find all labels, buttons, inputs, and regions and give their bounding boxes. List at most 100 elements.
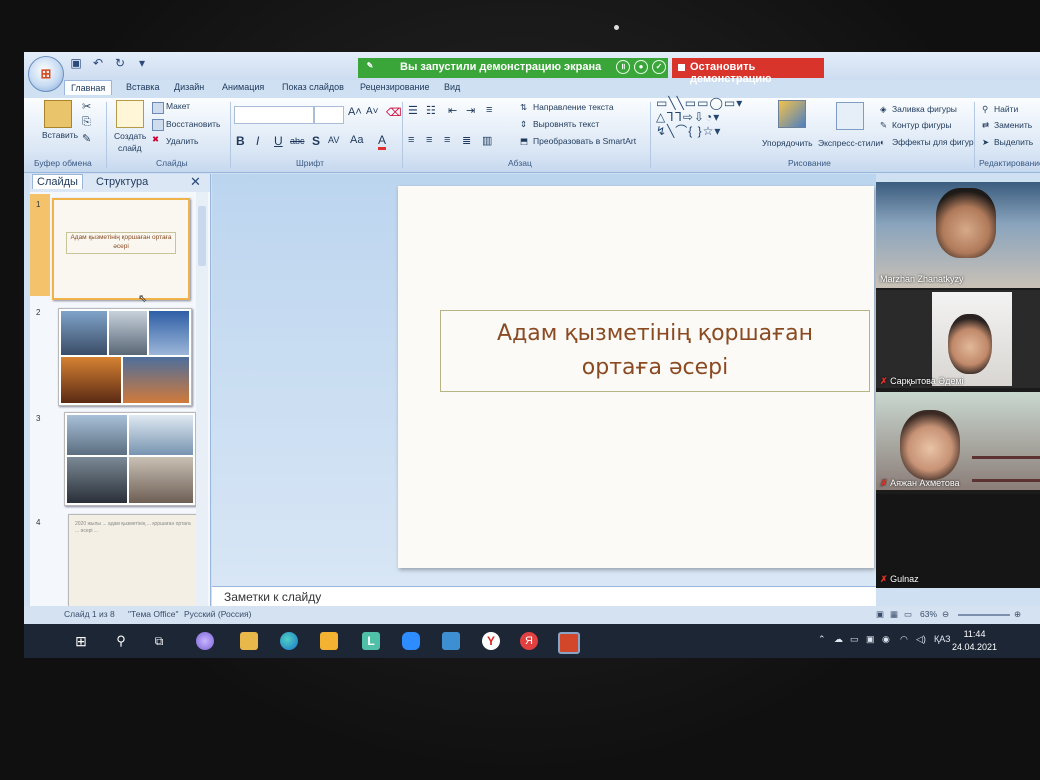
file-explorer-icon[interactable] bbox=[240, 632, 258, 650]
tab-home[interactable]: Главная bbox=[64, 80, 113, 95]
participant-tile[interactable]: ✗ Gulnaz bbox=[876, 494, 1040, 588]
scrollbar-thumb[interactable] bbox=[198, 206, 206, 266]
new-slide-label-2[interactable]: слайд bbox=[118, 143, 142, 153]
line-spacing-icon[interactable]: ≡ bbox=[486, 104, 492, 116]
tab-outline[interactable]: Структура bbox=[96, 176, 148, 188]
justify-icon[interactable]: ≣ bbox=[462, 134, 471, 147]
cut-icon[interactable]: ✂ bbox=[82, 100, 91, 113]
reset-button[interactable]: Восстановить bbox=[166, 119, 220, 129]
participant-tile[interactable]: Marzhan Zhanatkyzy bbox=[876, 182, 1040, 288]
zoom-out-icon[interactable]: ⊖ bbox=[942, 609, 949, 620]
office-button[interactable]: ⊞ bbox=[28, 56, 64, 92]
task-view-icon[interactable]: ⧉ bbox=[150, 632, 168, 650]
delete-button[interactable]: Удалить bbox=[166, 136, 198, 146]
columns-icon[interactable]: ▥ bbox=[482, 134, 492, 147]
shadow-icon[interactable]: S bbox=[312, 134, 320, 148]
battery-icon[interactable]: ▣ bbox=[866, 634, 875, 645]
shapes-gallery[interactable]: ▭╲╲▭▭◯▭▾ △ᒣᒣ⇨⇩◔▾ ↯╲⌒{ }☆▾ bbox=[656, 96, 743, 138]
qat-dropdown-icon[interactable]: ▾ bbox=[134, 56, 150, 72]
bold-icon[interactable]: B bbox=[236, 134, 245, 148]
slide-thumbnail-3[interactable] bbox=[64, 412, 196, 506]
zoom-level[interactable]: 63% bbox=[920, 609, 937, 619]
increase-indent-icon[interactable]: ⇥ bbox=[466, 104, 475, 117]
tab-review[interactable]: Рецензирование bbox=[360, 82, 430, 92]
slide-thumbnail-2[interactable] bbox=[58, 308, 192, 406]
quick-styles-icon[interactable] bbox=[836, 102, 864, 130]
copy-icon[interactable]: ⎘ bbox=[82, 116, 91, 129]
shape-outline-button[interactable]: Контур фигуры bbox=[892, 120, 951, 130]
grow-font-icon[interactable]: A˄ bbox=[348, 106, 362, 118]
clear-format-icon[interactable]: ⌫ bbox=[386, 106, 402, 119]
layout-button[interactable]: Макет bbox=[166, 101, 190, 111]
arrange-icon[interactable] bbox=[778, 100, 806, 128]
tab-slideshow[interactable]: Показ слайдов bbox=[282, 82, 344, 92]
redo-icon[interactable]: ↻ bbox=[112, 56, 128, 72]
font-name-input[interactable] bbox=[234, 106, 314, 124]
align-center-icon[interactable]: ≡ bbox=[426, 134, 432, 146]
powerpoint-icon[interactable] bbox=[558, 632, 580, 654]
panel-scrollbar[interactable] bbox=[196, 192, 208, 606]
yandex-browser-icon[interactable]: Y bbox=[482, 632, 500, 650]
tab-insert[interactable]: Вставка bbox=[126, 82, 159, 92]
shape-effects-button[interactable]: Эффекты для фигур bbox=[892, 137, 974, 147]
find-button[interactable]: Найти bbox=[994, 104, 1018, 114]
language-indicator[interactable]: ҚАЗ bbox=[934, 634, 951, 644]
align-left-icon[interactable]: ≡ bbox=[408, 134, 414, 146]
select-button[interactable]: Выделить bbox=[994, 137, 1033, 147]
decrease-indent-icon[interactable]: ⇤ bbox=[448, 104, 457, 117]
paste-label[interactable]: Вставить bbox=[42, 130, 78, 140]
underline-icon[interactable]: U bbox=[274, 134, 283, 148]
numbering-icon[interactable]: ☷ bbox=[426, 104, 436, 117]
zoom-app-icon[interactable] bbox=[402, 632, 420, 650]
search-icon[interactable]: ⚲ bbox=[112, 632, 130, 650]
network-icon[interactable]: ▭ bbox=[850, 634, 859, 645]
close-panel-icon[interactable]: ✕ bbox=[190, 174, 201, 190]
record-icon[interactable]: ● bbox=[634, 60, 648, 74]
change-case-icon[interactable]: Aa bbox=[350, 134, 363, 146]
notes-pane[interactable]: Заметки к слайду bbox=[212, 586, 876, 607]
stop-share-button[interactable]: Остановить демонстрацию bbox=[672, 58, 824, 85]
mail-icon[interactable] bbox=[442, 632, 460, 650]
language-status[interactable]: Русский (Россия) bbox=[184, 609, 251, 619]
shape-fill-button[interactable]: Заливка фигуры bbox=[892, 104, 957, 114]
windows-start-icon[interactable]: ⊞ bbox=[72, 632, 90, 650]
new-slide-label[interactable]: Создать bbox=[114, 131, 146, 141]
view-sorter-icon[interactable]: ▦ bbox=[890, 609, 898, 620]
save-icon[interactable]: ▣ bbox=[68, 56, 84, 72]
new-slide-icon[interactable] bbox=[116, 100, 144, 128]
system-clock[interactable]: 11:44 24.04.2021 bbox=[952, 628, 997, 654]
participant-tile[interactable]: ✗ Сарқытова Әдемі bbox=[876, 290, 1040, 388]
format-painter-icon[interactable]: ✎ bbox=[82, 132, 91, 145]
volume-icon[interactable]: ◁) bbox=[916, 634, 926, 645]
tab-design[interactable]: Дизайн bbox=[174, 82, 204, 92]
strikethrough-icon[interactable]: abc bbox=[290, 136, 305, 146]
wifi-icon[interactable]: ◠ bbox=[900, 634, 908, 645]
zoom-slider[interactable] bbox=[958, 614, 1010, 616]
shield-icon[interactable]: ✓ bbox=[652, 60, 666, 74]
slide-thumbnail-1[interactable]: Адам қызметінің қоршаған ортаға әсері bbox=[52, 198, 190, 300]
align-right-icon[interactable]: ≡ bbox=[444, 134, 450, 146]
store-icon[interactable] bbox=[320, 632, 338, 650]
align-text-button[interactable]: Выровнять текст bbox=[533, 119, 599, 129]
shrink-font-icon[interactable]: A˅ bbox=[366, 106, 379, 117]
text-direction-button[interactable]: Направление текста bbox=[533, 102, 614, 112]
paste-icon[interactable] bbox=[44, 100, 72, 128]
slide-title[interactable]: Адам қызметінің қоршаған ортаға әсері bbox=[441, 317, 869, 385]
replace-button[interactable]: Заменить bbox=[994, 120, 1032, 130]
convert-smartart-button[interactable]: Преобразовать в SmartArt bbox=[533, 136, 636, 146]
slide-thumbnail-4[interactable]: 2020 жылы ... адам қызметінің ... қоршағ… bbox=[68, 514, 198, 606]
tray-arrow-icon[interactable]: ⌃ bbox=[818, 634, 826, 645]
edge-browser-icon[interactable] bbox=[280, 632, 298, 650]
char-spacing-icon[interactable]: AV bbox=[328, 135, 339, 145]
bullets-icon[interactable]: ☰ bbox=[408, 104, 418, 117]
arrange-button[interactable]: Упорядочить bbox=[762, 138, 813, 148]
participant-tile[interactable]: ✗ Аяжан Ахметова bbox=[876, 392, 1040, 490]
view-normal-icon[interactable]: ▣ bbox=[876, 609, 884, 620]
slide-canvas[interactable]: Адам қызметінің қоршаған ортаға әсері bbox=[398, 186, 874, 568]
tab-view[interactable]: Вид bbox=[444, 82, 460, 92]
notification-icon[interactable]: ◉ bbox=[882, 634, 890, 645]
zoom-in-icon[interactable]: ⊕ bbox=[1014, 609, 1021, 620]
undo-icon[interactable]: ↶ bbox=[90, 56, 106, 72]
italic-icon[interactable]: I bbox=[256, 134, 259, 148]
quick-styles-button[interactable]: Экспресс-стили bbox=[818, 138, 880, 148]
